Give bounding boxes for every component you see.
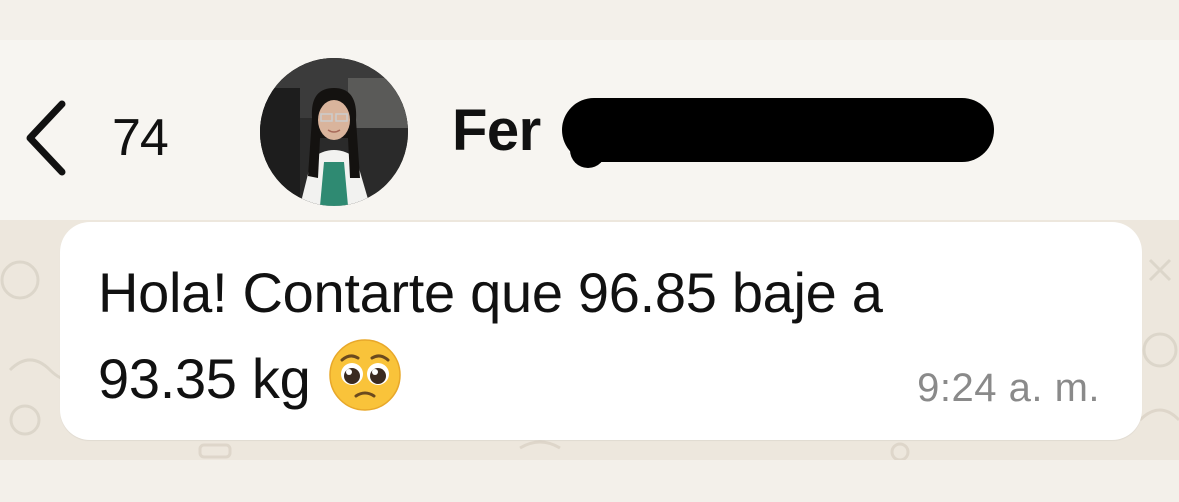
back-button[interactable]: 74 (22, 98, 169, 178)
unread-count: 74 (112, 109, 169, 167)
chat-header: 74 Fer (0, 40, 1179, 220)
contact-name[interactable]: Fer (452, 102, 541, 160)
redaction-mark (562, 98, 994, 168)
message-line-2: 93.35 kg (98, 347, 311, 410)
profile-photo (260, 58, 408, 206)
message-line-1: Hola! Contarte que 96.85 baje a (98, 261, 883, 324)
pleading-face-emoji (328, 338, 402, 412)
timestamp-time: 9:24 (917, 366, 997, 410)
bottom-area (0, 460, 1179, 502)
status-bar-area (0, 0, 1179, 40)
message-timestamp: 9:24 a. m. (917, 368, 1100, 408)
timestamp-meridiem: a. m. (1008, 366, 1100, 410)
avatar[interactable] (260, 58, 408, 206)
incoming-message-bubble[interactable]: Hola! Contarte que 96.85 baje a 93.35 kg… (60, 222, 1142, 440)
chevron-left-icon (26, 100, 66, 176)
